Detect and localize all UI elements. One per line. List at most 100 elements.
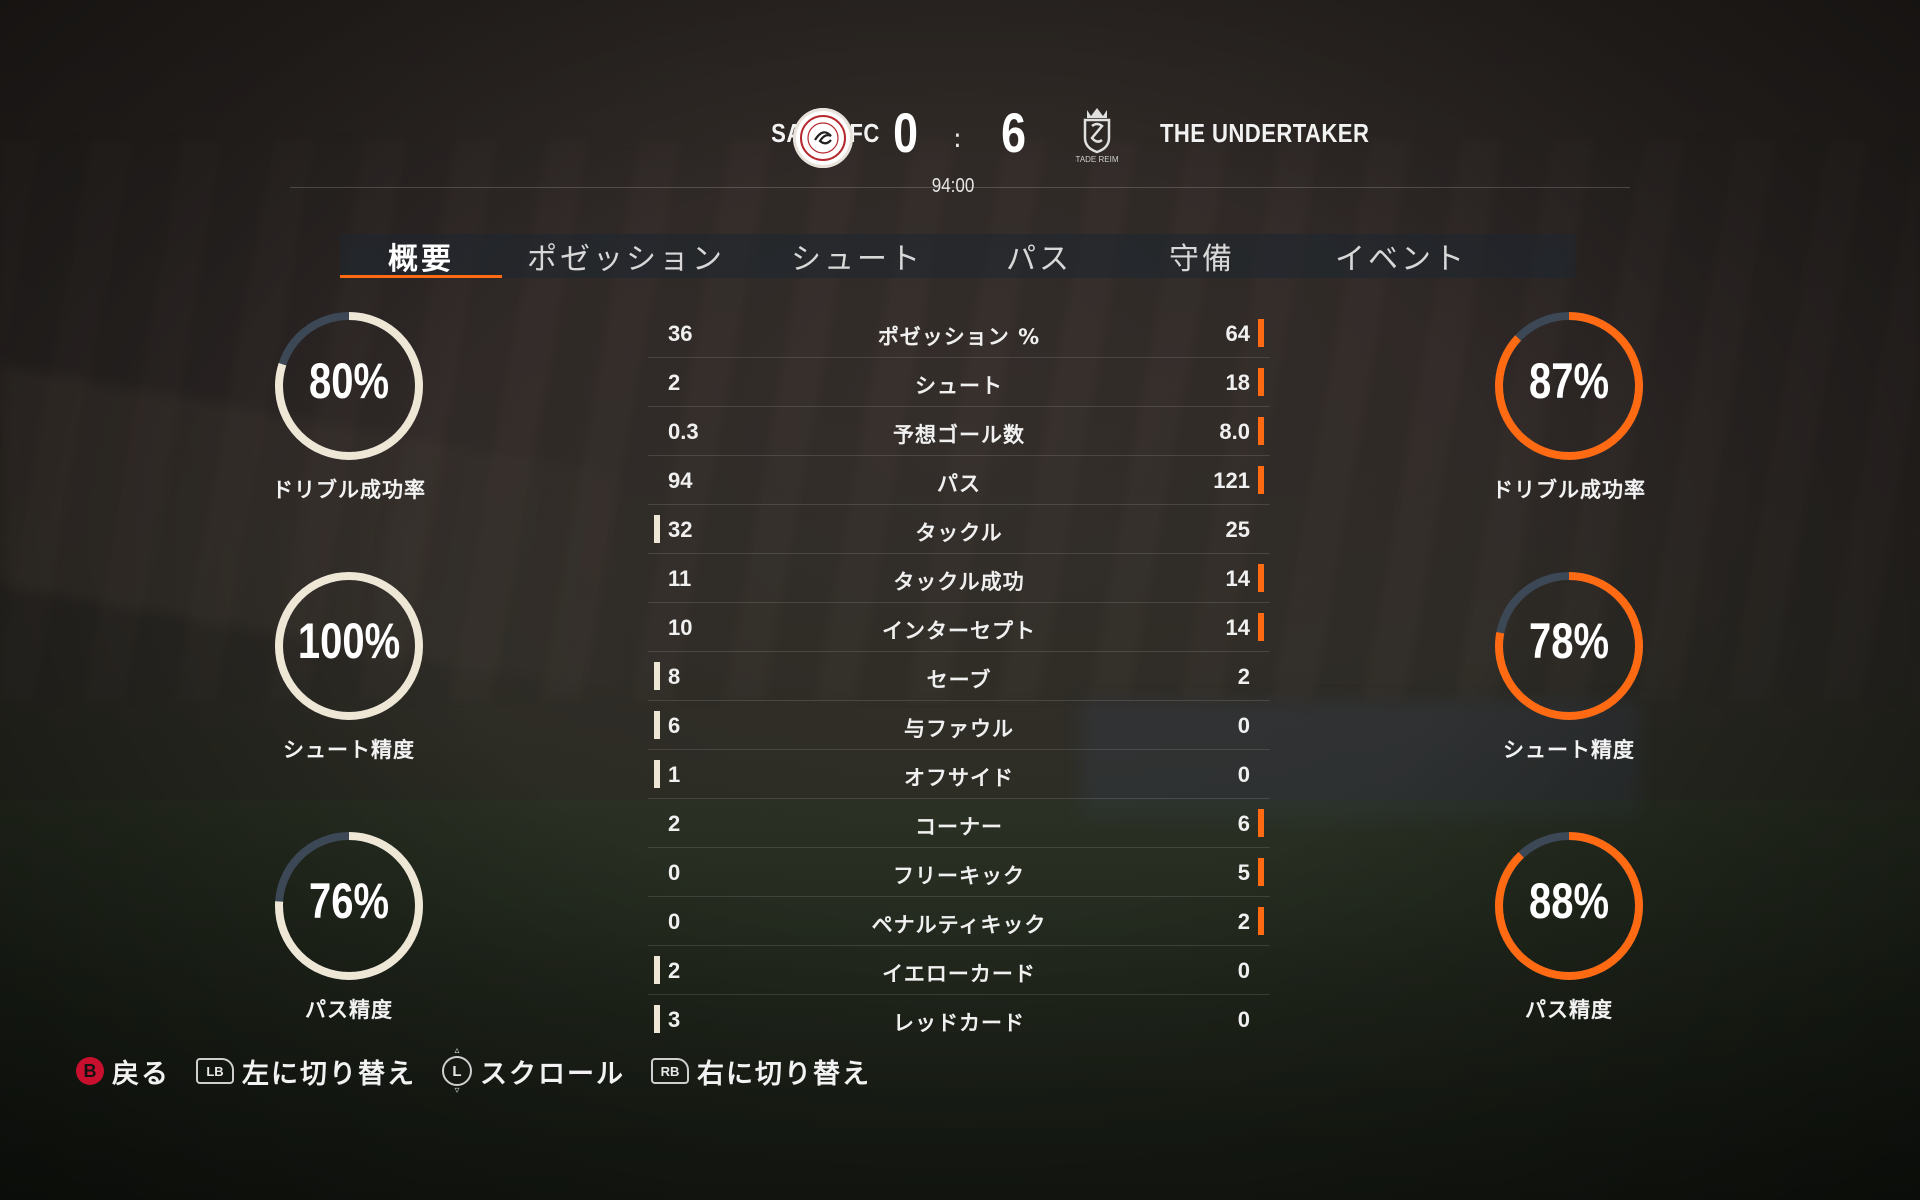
- stat-label: 与ファウル: [904, 717, 1014, 741]
- away-leader-marker: [1258, 858, 1264, 886]
- away-stat-value: 18: [1225, 370, 1250, 395]
- away-stat-value: 0: [1237, 1007, 1250, 1032]
- away-crest-text: STADE REIMS: [1075, 155, 1119, 164]
- away-team-crest-icon: STADE REIMS: [1075, 104, 1119, 172]
- away-stat-value: 2: [1237, 664, 1250, 689]
- stat-row: 0.3 予想ゴール数 8.0: [648, 407, 1270, 456]
- stats-tabs: 概要 ポゼッション シュート パス 守備 イベント: [340, 234, 1576, 278]
- stat-label: ペナルティキック: [871, 913, 1047, 937]
- stat-row: 11 タックル成功 14: [648, 554, 1270, 603]
- stat-row: 3 レッドカード 0: [648, 995, 1270, 1043]
- away-leader-marker: [1258, 466, 1264, 494]
- stat-label: ポゼッション %: [877, 325, 1041, 349]
- stat-row: 2 イエローカード 0: [648, 946, 1270, 995]
- away-stat-value: 2: [1237, 909, 1250, 934]
- stat-label: コーナー: [915, 815, 1003, 839]
- switch-left-hint[interactable]: LB 左に切り替え: [196, 1052, 416, 1091]
- tab-possession[interactable]: ポゼッション: [502, 234, 750, 278]
- stat-label: レッドカード: [893, 1011, 1025, 1035]
- stat-label: インターセプト: [882, 619, 1036, 643]
- away-stat-value: 0: [1237, 958, 1250, 983]
- stat-row: 32 タックル 25: [648, 505, 1270, 554]
- home-team-crest-icon: [793, 108, 853, 168]
- away-shot-accuracy-gauge: 78% シュート精度: [1479, 566, 1659, 764]
- left-stick-icon: ▵ L ▿: [442, 1046, 472, 1096]
- stat-label: タックル成功: [893, 570, 1025, 594]
- away-stat-value: 0: [1237, 762, 1250, 787]
- away-stat-value: 64: [1225, 321, 1250, 346]
- home-dribble-gauge: 80% ドリブル成功率: [259, 306, 439, 504]
- score-separator: :: [953, 124, 962, 154]
- stat-label: 予想ゴール数: [893, 423, 1025, 447]
- away-leader-marker: [1258, 907, 1264, 935]
- stat-row: 10 インターセプト 14: [648, 603, 1270, 652]
- tab-shots[interactable]: シュート: [750, 234, 964, 278]
- switch-left-label: 左に切り替え: [242, 1058, 416, 1090]
- gauge-value: 88%: [1528, 873, 1610, 929]
- stat-row: 0 ペナルティキック 2: [648, 897, 1270, 946]
- stat-row: 2 コーナー 6: [648, 799, 1270, 848]
- stat-label: オフサイド: [904, 766, 1014, 790]
- away-leader-marker: [1258, 613, 1264, 641]
- gauge-label: パス精度: [1525, 998, 1613, 1022]
- away-stat-value: 121: [1213, 468, 1250, 493]
- switch-right-hint[interactable]: RB 右に切り替え: [651, 1052, 871, 1091]
- away-stat-value: 8.0: [1219, 419, 1250, 444]
- gauge-value: 80%: [308, 353, 390, 409]
- away-leader-marker: [1258, 809, 1264, 837]
- scroll-hint[interactable]: ▵ L ▿ スクロール: [442, 1046, 625, 1096]
- home-shot-accuracy-gauge: 100% シュート精度: [259, 566, 439, 764]
- left-stick-glyph: L: [442, 1056, 472, 1086]
- stat-row: 2 シュート 18: [648, 358, 1270, 407]
- away-stat-value: 0: [1237, 713, 1250, 738]
- controller-hints: B 戻る LB 左に切り替え ▵ L ▿ スクロール RB 右に切り替え: [76, 1046, 897, 1096]
- stat-row: 1 オフサイド 0: [648, 750, 1270, 799]
- stat-row: 94 パス 121: [648, 456, 1270, 505]
- stat-label: タックル: [915, 521, 1003, 545]
- switch-right-label: 右に切り替え: [697, 1058, 871, 1090]
- gauge-value: 76%: [308, 873, 390, 929]
- home-pass-accuracy-gauge: 76% パス精度: [259, 826, 439, 1024]
- tab-passes[interactable]: パス: [964, 234, 1114, 278]
- gauge-value: 100%: [297, 613, 401, 669]
- stat-row: 0 フリーキック 5: [648, 848, 1270, 897]
- stat-row: 8 セーブ 2: [648, 652, 1270, 701]
- away-stat-value: 25: [1225, 517, 1250, 542]
- away-pass-accuracy-gauge: 88% パス精度: [1479, 826, 1659, 1024]
- away-stat-value: 14: [1225, 566, 1250, 591]
- away-leader-marker: [1258, 564, 1264, 592]
- rb-button-icon: RB: [651, 1058, 689, 1084]
- away-leader-marker: [1258, 319, 1264, 347]
- away-stat-value: 5: [1237, 860, 1250, 885]
- gauge-label: シュート精度: [1503, 738, 1635, 762]
- away-team-name: THE UNDERTAKER: [1160, 118, 1370, 148]
- stat-row: 36 ポゼッション % 64: [648, 309, 1270, 358]
- stat-row: 6 与ファウル 0: [648, 701, 1270, 750]
- tab-defense[interactable]: 守備: [1114, 234, 1290, 278]
- back-label: 戻る: [112, 1058, 170, 1090]
- away-dribble-gauge: 87% ドリブル成功率: [1479, 306, 1659, 504]
- stat-label: イエローカード: [882, 962, 1036, 986]
- gauge-label: シュート精度: [283, 738, 415, 762]
- scroll-label: スクロール: [480, 1058, 625, 1090]
- gauge-value: 78%: [1528, 613, 1610, 669]
- stat-label: パス: [937, 472, 981, 496]
- away-stat-value: 6: [1237, 811, 1250, 836]
- stat-label: フリーキック: [893, 864, 1025, 888]
- stats-table[interactable]: 36 ポゼッション % 64 2 シュート 18 0.3 予想ゴール数 8.0 94 パス 121 32…: [648, 309, 1270, 1043]
- tab-events[interactable]: イベント: [1290, 234, 1512, 278]
- gauge-label: パス精度: [305, 998, 393, 1022]
- away-leader-marker: [1258, 417, 1264, 445]
- back-hint[interactable]: B 戻る: [76, 1052, 170, 1091]
- away-stat-value: 14: [1225, 615, 1250, 640]
- tab-overview[interactable]: 概要: [340, 234, 502, 278]
- away-leader-marker: [1258, 368, 1264, 396]
- lb-button-icon: LB: [196, 1058, 234, 1084]
- gauge-label: ドリブル成功率: [1492, 478, 1646, 502]
- header-divider: [290, 187, 1630, 188]
- away-score: 6: [1001, 101, 1027, 164]
- gauge-value: 87%: [1528, 353, 1610, 409]
- scoreboard: SALTA FC 0 : 6 94:00 STADE REIMS THE UND…: [290, 100, 1630, 197]
- b-button-icon: B: [76, 1057, 104, 1085]
- stat-label: セーブ: [926, 668, 992, 692]
